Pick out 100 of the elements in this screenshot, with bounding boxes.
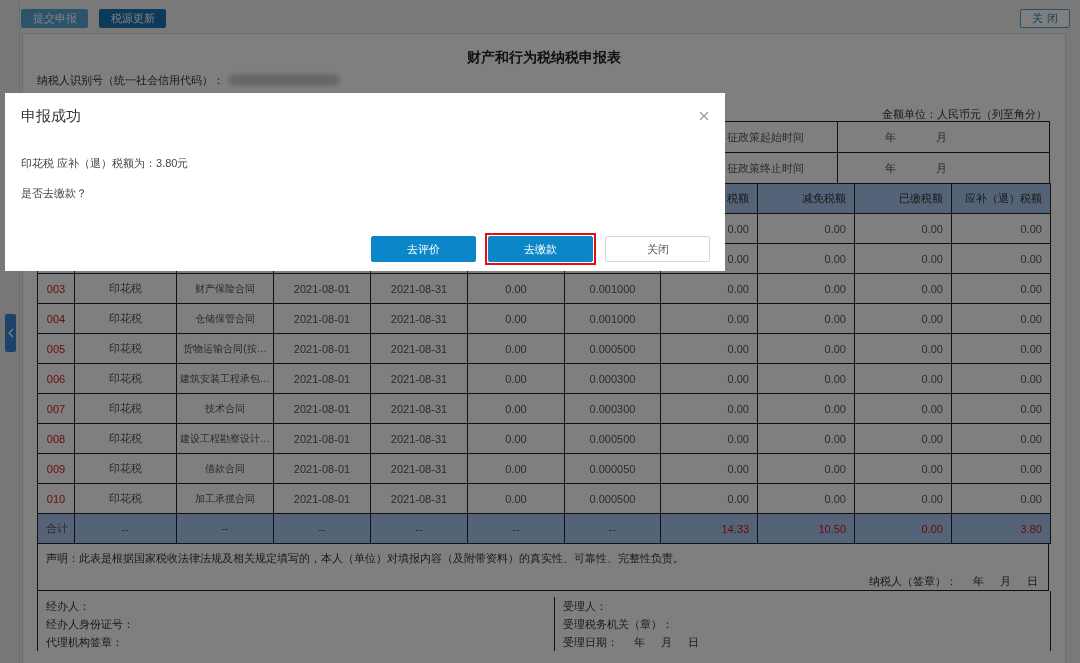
declaration-text: 声明：此表是根据国家税收法律法规及相关规定填写的，本人（单位）对填报内容（及附带资料）的真实性、可靠性、完整性负责。 <box>46 551 685 566</box>
date-label: 日 <box>688 636 699 648</box>
table-cell: 0.00 <box>1020 252 1042 265</box>
table-cell: 0.00 <box>1020 222 1042 235</box>
table-cell: 2021-08-31 <box>390 372 448 385</box>
close-icon[interactable] <box>699 111 709 121</box>
table-cell: 0.00 <box>727 342 749 355</box>
table-cell: 0.00 <box>727 402 749 415</box>
table-cell: 0.00 <box>505 312 527 325</box>
table-cell: 技术合同 <box>205 402 245 414</box>
table-cell: 印花税 <box>109 402 142 414</box>
table-cell: 仓储保管合同 <box>195 312 255 324</box>
table-cell: 2021-08-01 <box>293 312 351 325</box>
table-cell: 0.00 <box>921 282 943 295</box>
table-cell: 0.00 <box>505 432 527 445</box>
table-cell: -- <box>512 522 520 535</box>
table-cell: 建设工程勘察设计… <box>180 432 270 444</box>
table-cell: 2021-08-31 <box>390 402 448 415</box>
table-cell: 0.00 <box>1020 462 1042 475</box>
collapse-handle[interactable] <box>5 314 16 352</box>
chevron-left-icon <box>7 328 14 338</box>
field-label: 经办人身份证号： <box>46 618 134 630</box>
date-label: 年 <box>634 636 645 648</box>
policy-label: 征政策终止时间 <box>727 160 804 176</box>
table-cell: 0.00 <box>505 372 527 385</box>
table-cell: 0.00 <box>921 372 943 385</box>
table-cell: -- <box>318 522 326 535</box>
field-label: 经办人： <box>46 600 90 612</box>
month-label: 月 <box>936 129 947 145</box>
table-cell: 0.000300 <box>589 372 636 385</box>
table-cell: 0.00 <box>1020 282 1042 295</box>
table-cell: 0.00 <box>1020 402 1042 415</box>
table-cell: 0.00 <box>824 432 846 445</box>
column-header: 减免税额 <box>802 192 846 204</box>
toolbar-button[interactable]: 税源更新 <box>99 9 166 28</box>
table-cell: -- <box>121 522 130 535</box>
table-cell: 0.000500 <box>589 492 636 505</box>
table-cell: 0.00 <box>1020 432 1042 445</box>
table-cell: 0.00 <box>505 492 527 505</box>
table-cell: 合计 <box>46 522 68 534</box>
table-cell: 0.00 <box>505 402 527 415</box>
field-label: 受理日期： <box>563 636 618 648</box>
table-cell: 0.00 <box>1020 372 1042 385</box>
table-cell: 10.50 <box>818 522 846 535</box>
table-cell: 0.00 <box>727 222 749 235</box>
table-cell: 0.001000 <box>589 312 636 325</box>
table-cell: 0.00 <box>727 462 749 475</box>
form-title: 财产和行为税纳税申报表 <box>466 49 622 67</box>
table-cell: 007 <box>46 402 66 415</box>
close-button[interactable]: 关闭 <box>1020 9 1070 28</box>
table-cell: 建筑安装工程承包… <box>180 372 270 384</box>
table-cell: 2021-08-01 <box>293 342 351 355</box>
table-cell: -- <box>415 522 423 535</box>
policy-label: 征政策起始时间 <box>727 129 804 145</box>
table-cell: 0.00 <box>1020 342 1042 355</box>
table-cell: 2021-08-31 <box>390 342 448 355</box>
table-cell: 0.00 <box>824 342 846 355</box>
table-cell: 0.00 <box>505 462 527 475</box>
dialog-button[interactable]: 去缴款 <box>488 236 593 262</box>
date-label: 年 <box>973 575 984 587</box>
table-cell: 2021-08-31 <box>390 492 448 505</box>
amount-unit-text: 金额单位：人民币元（列至角分） <box>882 108 1047 120</box>
table-cell: 2021-08-31 <box>390 432 448 445</box>
field-label: 受理人： <box>563 600 607 612</box>
table-cell: 004 <box>46 312 66 325</box>
table-cell: 0.00 <box>921 402 943 415</box>
table-cell: 2021-08-31 <box>390 312 448 325</box>
table-cell: 印花税 <box>109 372 142 384</box>
dialog-title: 申报成功 <box>21 106 81 126</box>
table-cell: 14.33 <box>721 522 749 535</box>
table-cell: 0.00 <box>921 432 943 445</box>
table-cell: 0.00 <box>824 402 846 415</box>
table-cell: 2021-08-31 <box>390 462 448 475</box>
table-cell: 0.00 <box>921 522 943 535</box>
table-cell: 0.00 <box>1020 492 1042 505</box>
table-cell: 印花税 <box>109 462 142 474</box>
table-cell: 印花税 <box>109 432 142 444</box>
table-cell: 003 <box>46 282 66 295</box>
table-cell: 0.00 <box>824 372 846 385</box>
table-cell: 0.00 <box>727 492 749 505</box>
table-cell: 0.000500 <box>589 342 636 355</box>
table-cell: 2021-08-01 <box>293 282 351 295</box>
table-cell: 0.00 <box>824 252 846 265</box>
table-cell: 0.00 <box>824 222 846 235</box>
dialog-button[interactable]: 关闭 <box>605 236 710 262</box>
table-cell: 借款合同 <box>205 462 245 474</box>
toolbar-button[interactable]: 提交申报 <box>21 9 88 28</box>
table-cell: 0.00 <box>824 282 846 295</box>
table-cell: 财产保险合同 <box>195 282 255 294</box>
table-cell: 009 <box>46 462 66 475</box>
table-cell: -- <box>608 522 617 535</box>
table-cell: 0.00 <box>727 252 749 265</box>
table-cell: 0.000300 <box>589 402 636 415</box>
dialog-button[interactable]: 去评价 <box>371 236 476 262</box>
table-cell: 0.00 <box>727 282 749 295</box>
table-cell: 印花税 <box>109 342 142 354</box>
table-cell: 0.00 <box>921 222 943 235</box>
table-cell: 印花税 <box>109 282 142 294</box>
taxpayer-id-label: 纳税人识别号（统一社会信用代码）： <box>37 72 224 88</box>
table-cell: 0.00 <box>1020 312 1042 325</box>
